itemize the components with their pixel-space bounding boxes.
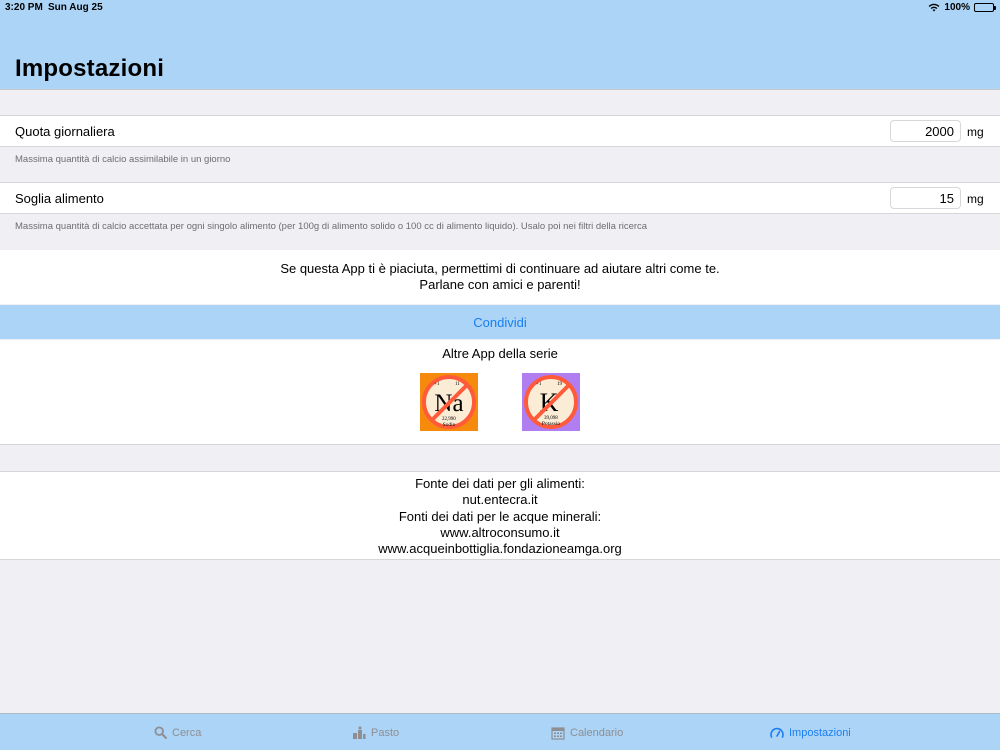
search-icon [154, 726, 167, 739]
tab-calendario[interactable]: Calendario [551, 714, 623, 750]
status-bar: 3:20 PM Sun Aug 25 100% [0, 0, 1000, 16]
promo-section: Se questa App ti è piaciuta, permettimi … [0, 250, 1000, 304]
calendar-icon [551, 726, 565, 740]
potassio-app-icon[interactable]: +1 19 K 39,098 Potassio [522, 373, 580, 431]
sources-food-link[interactable]: nut.entecra.it [0, 492, 1000, 508]
svg-text:19: 19 [557, 382, 563, 387]
wifi-icon [929, 3, 940, 12]
sources-water-heading: Fonti dei dati per le acque minerali: [398, 508, 602, 524]
promo-line-2: Parlane con amici e parenti! [419, 277, 581, 292]
tab-calendario-label: Calendario [570, 726, 624, 739]
tab-pasto-label: Pasto [371, 726, 400, 739]
sources-water-link-1[interactable]: www.altroconsumo.it [0, 525, 1000, 541]
daily-quota-unit: mg [967, 125, 984, 139]
daily-quota-row: Quota giornaliera mg [0, 115, 1000, 147]
sources-food-heading: Fonte dei dati per gli alimenti: [415, 476, 585, 491]
other-apps-title: Altre App della serie [442, 346, 558, 361]
meal-icon [353, 726, 366, 739]
sodio-app-icon[interactable]: +1 11 Na 22,990 Sodio [420, 373, 478, 431]
svg-text:+1: +1 [434, 382, 440, 387]
daily-quota-description: Massima quantità di calcio assimilabile … [15, 154, 231, 165]
daily-quota-input[interactable] [890, 120, 961, 142]
daily-quota-label: Quota giornaliera [15, 124, 115, 139]
svg-text:Potassio: Potassio [542, 421, 561, 427]
promo-line-1: Se questa App ti è piaciuta, permettimi … [280, 261, 720, 276]
battery-percentage: 100% [944, 2, 970, 13]
svg-text:Sodio: Sodio [443, 422, 456, 428]
tab-pasto[interactable]: Pasto [352, 714, 399, 750]
other-apps-section: Altre App della serie +1 11 Na 22,990 So… [0, 340, 1000, 445]
battery-icon [974, 3, 996, 12]
tab-cerca[interactable]: Cerca [154, 714, 201, 750]
food-threshold-row: Soglia alimento mg [0, 182, 1000, 214]
gauge-icon [770, 727, 784, 738]
tab-impostazioni-label: Impostazioni [789, 726, 851, 739]
food-threshold-input[interactable] [890, 187, 961, 209]
page-title: Impostazioni [15, 55, 165, 82]
tab-cerca-label: Cerca [172, 726, 202, 739]
svg-text:11: 11 [455, 382, 460, 387]
tab-bar: Cerca Pasto Calendario Impostazioni [0, 713, 1000, 750]
data-sources-section: Fonte dei dati per gli alimenti: nut.ent… [0, 471, 1000, 560]
svg-text:+1: +1 [536, 382, 542, 387]
status-right: 100% [928, 2, 996, 13]
food-threshold-unit: mg [967, 192, 984, 206]
status-date: Sun Aug 25 [48, 2, 103, 13]
status-time: 3:20 PM [5, 2, 43, 13]
share-button[interactable]: Condividi [0, 305, 1000, 339]
navigation-header: 3:20 PM Sun Aug 25 100% Impostazioni [0, 0, 1000, 90]
food-threshold-description: Massima quantità di calcio accettata per… [15, 221, 648, 232]
tab-impostazioni[interactable]: Impostazioni [770, 714, 851, 750]
sources-water-link-2[interactable]: www.acqueinbottiglia.fondazioneamga.org [0, 541, 1000, 557]
food-threshold-label: Soglia alimento [15, 191, 104, 206]
